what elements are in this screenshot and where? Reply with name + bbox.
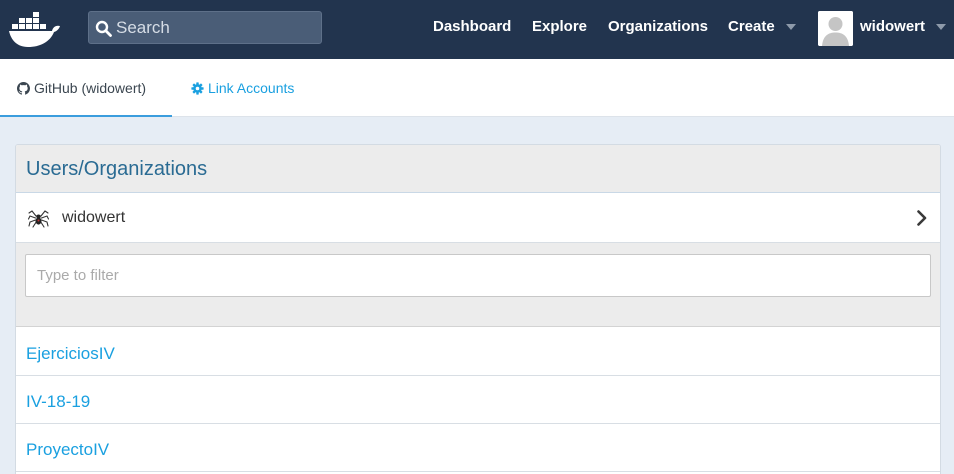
search-box[interactable]: [88, 11, 322, 44]
repo-link[interactable]: ProyectoIV: [26, 440, 109, 460]
nav-create[interactable]: Create: [728, 18, 775, 36]
nav-dashboard[interactable]: Dashboard: [433, 18, 511, 36]
chevron-right-icon[interactable]: [916, 210, 928, 226]
search-icon: [95, 20, 112, 37]
repo-link[interactable]: EjerciciosIV: [26, 344, 115, 364]
spider-icon: [28, 210, 49, 228]
gear-icon: [191, 82, 204, 95]
account-row-widowert[interactable]: widowert: [16, 194, 940, 243]
account-tabs: GitHub (widowert) Link Accounts: [0, 59, 954, 117]
repo-list-item[interactable]: ProyectoIV: [16, 424, 940, 472]
repo-list-item[interactable]: IV-18-19: [16, 376, 940, 424]
tab-link-accounts[interactable]: Link Accounts: [191, 59, 294, 117]
search-input[interactable]: [116, 12, 316, 43]
nav-username[interactable]: widowert: [860, 18, 925, 36]
nav-organizations[interactable]: Organizations: [608, 18, 708, 36]
tab-github[interactable]: GitHub (widowert): [0, 59, 172, 117]
top-navbar: Dashboard Explore Organizations Create w…: [0, 0, 954, 59]
panel-header: Users/Organizations: [16, 145, 940, 193]
user-menu-caret-icon[interactable]: [936, 24, 946, 30]
account-name: widowert: [62, 209, 126, 226]
nav-explore[interactable]: Explore: [532, 18, 587, 36]
repo-link[interactable]: IV-18-19: [26, 392, 90, 412]
repo-list-item[interactable]: EjerciciosIV: [16, 328, 940, 376]
users-organizations-panel: Users/Organizations widowert EjerciciosI…: [15, 144, 941, 474]
docker-logo-icon[interactable]: [8, 9, 62, 49]
github-icon: [17, 82, 30, 95]
tab-link-accounts-label: Link Accounts: [208, 80, 295, 96]
default-avatar-icon: [818, 11, 853, 46]
user-avatar[interactable]: [818, 11, 853, 46]
create-caret-icon[interactable]: [786, 24, 796, 30]
filter-input[interactable]: [25, 254, 931, 297]
panel-title: Users/Organizations: [26, 158, 208, 180]
filter-area: [16, 243, 940, 327]
tab-github-label: GitHub (widowert): [34, 80, 147, 96]
